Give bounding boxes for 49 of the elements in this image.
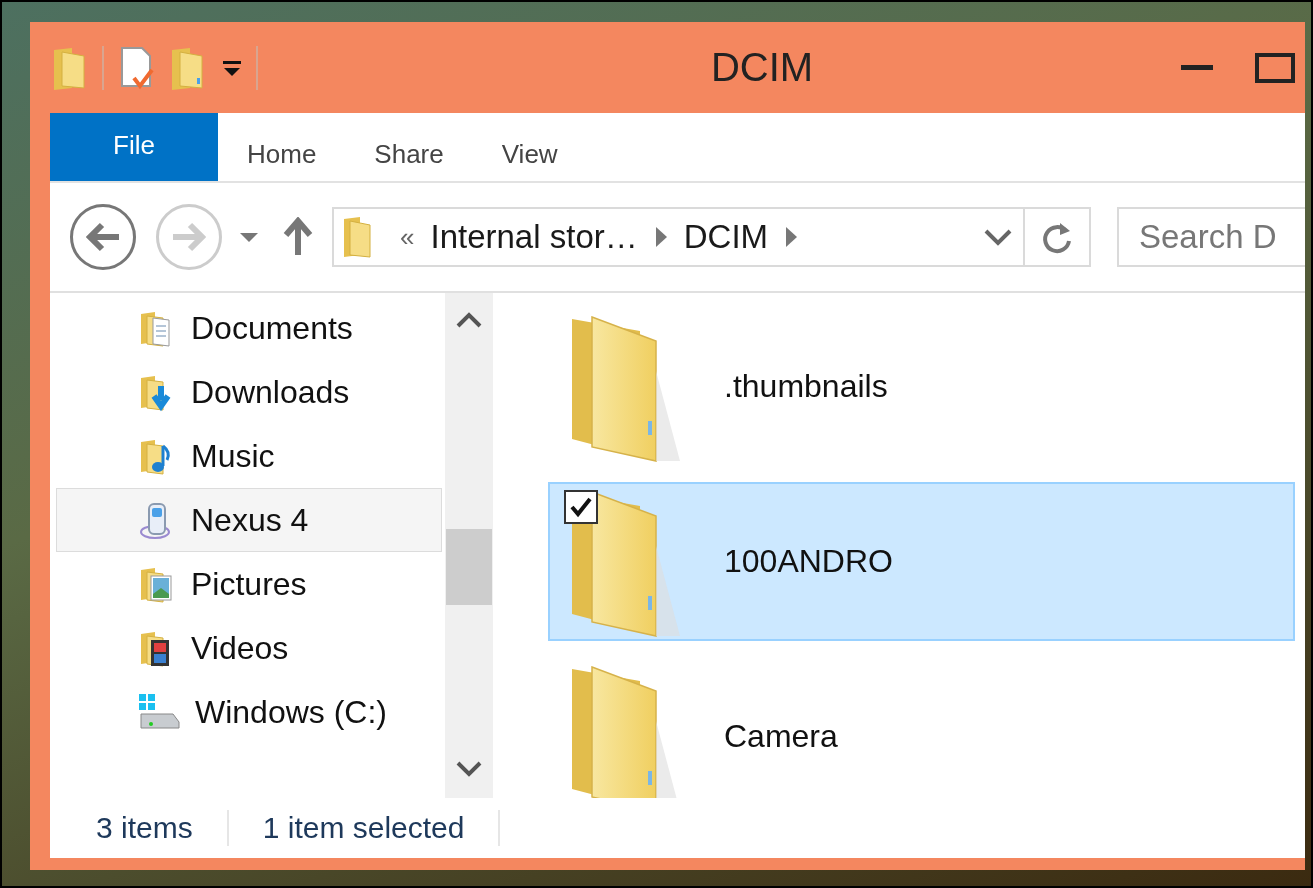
folder-item[interactable]: .thumbnails	[548, 307, 1295, 466]
ribbon-tab[interactable]: Home	[218, 113, 346, 181]
scroll-up-icon[interactable]	[455, 311, 483, 329]
nav-item[interactable]: Windows (C:)	[56, 680, 442, 744]
search-field[interactable]: Search D	[1117, 207, 1305, 267]
nav-item[interactable]: Pictures	[56, 552, 442, 616]
up-arrow-icon[interactable]	[282, 217, 314, 257]
selection-count: 1 item selected	[262, 811, 465, 845]
address-bar[interactable]: « Internal stor… DCIM	[332, 207, 1025, 267]
breadcrumb[interactable]: DCIM	[683, 218, 769, 256]
nav-item-label: Windows (C:)	[195, 693, 387, 731]
nav-item-label: Documents	[191, 309, 353, 347]
file-tab[interactable]: File	[50, 113, 218, 181]
folder-name: Camera	[724, 718, 838, 755]
right-arrow-icon	[171, 222, 207, 252]
dropdown-caret-icon[interactable]	[238, 231, 260, 243]
refresh-button[interactable]	[1025, 207, 1091, 267]
drive-icon	[137, 692, 181, 732]
folder-item[interactable]: 100ANDRO	[548, 482, 1295, 641]
folder-name: 100ANDRO	[724, 543, 893, 580]
checkmark-icon	[569, 496, 593, 518]
scrollbar[interactable]	[445, 293, 493, 798]
checkbox[interactable]	[564, 490, 598, 524]
folder-name: .thumbnails	[724, 368, 888, 405]
minimize-icon[interactable]	[1179, 62, 1215, 73]
overflow-chevron[interactable]: «	[400, 221, 415, 253]
nav-item[interactable]: Downloads	[56, 360, 442, 424]
window-title: DCIM	[709, 45, 815, 90]
item-count: 3 items	[96, 811, 193, 845]
nav-item-label: Music	[191, 437, 275, 475]
nav-item[interactable]: Music	[56, 424, 442, 488]
dropdown-chevron-icon[interactable]	[983, 227, 1013, 247]
nav-item[interactable]: Nexus 4	[56, 488, 442, 552]
maximize-icon[interactable]	[1255, 52, 1295, 83]
nav-item-label: Videos	[191, 629, 289, 667]
scroll-down-icon[interactable]	[455, 760, 483, 778]
ribbon-tab[interactable]: View	[472, 113, 587, 181]
nav-item[interactable]: Documents	[56, 296, 442, 360]
breadcrumb[interactable]: Internal stor…	[430, 218, 638, 256]
nav-item[interactable]: Videos	[56, 616, 442, 680]
breadcrumb-arrow-icon[interactable]	[784, 226, 799, 248]
folder-item[interactable]: Camera	[548, 657, 1295, 798]
ribbon-tab[interactable]: Share	[345, 113, 473, 181]
scroll-thumb[interactable]	[446, 529, 492, 605]
breadcrumb-arrow-icon[interactable]	[653, 226, 668, 248]
nav-item-label: Pictures	[191, 565, 307, 603]
nav-item-label: Nexus 4	[191, 501, 309, 539]
left-arrow-icon	[85, 222, 121, 252]
nav-item-label: Downloads	[191, 373, 350, 411]
